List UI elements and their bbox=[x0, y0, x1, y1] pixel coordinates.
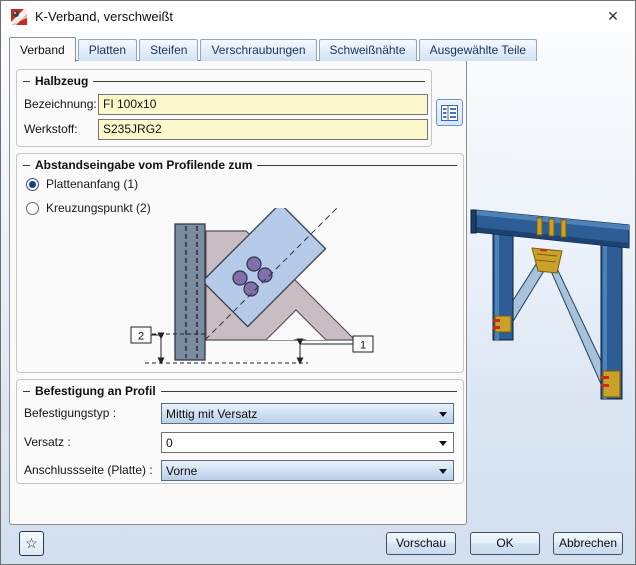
group-befestigung: Befestigung an Profil Befestigungstyp : … bbox=[16, 379, 464, 484]
radio-plattenanfang-label: Plattenanfang (1) bbox=[46, 177, 139, 191]
group-abstandseingabe-header: Abstandseingabe vom Profilende zum bbox=[23, 158, 457, 172]
tab-verband[interactable]: Verband bbox=[9, 37, 76, 62]
title-bar: K-Verband, verschweißt ✕ bbox=[1, 1, 635, 32]
group-halbzeug-title: Halbzeug bbox=[35, 74, 89, 88]
befestigungstyp-value: Mittig mit Versatz bbox=[166, 406, 258, 421]
bezeichnung-label: Bezeichnung: bbox=[24, 97, 97, 111]
left-base-plate bbox=[494, 315, 512, 333]
connection-detail-diagram: 2 1 bbox=[130, 208, 374, 365]
versatz-combobox[interactable]: 0 bbox=[161, 432, 454, 453]
tab-platten[interactable]: Platten bbox=[77, 39, 138, 61]
radio-plattenanfang[interactable]: Plattenanfang (1) bbox=[26, 176, 138, 192]
favorites-button[interactable]: ☆ bbox=[19, 531, 44, 556]
dialog-window: K-Verband, verschweißt ✕ Verband Platten… bbox=[0, 0, 636, 565]
profile-catalog-button[interactable] bbox=[436, 99, 463, 126]
group-abstandseingabe-title: Abstandseingabe vom Profilende zum bbox=[35, 158, 253, 172]
befestigungstyp-label: Befestigungstyp : bbox=[24, 406, 117, 420]
frame-3d-preview bbox=[470, 209, 630, 400]
bezeichnung-input[interactable]: FI 100x10 bbox=[98, 94, 428, 115]
tab-ausgewaehlte-teile[interactable]: Ausgewählte Teile bbox=[418, 39, 538, 61]
dropdown-arrow-icon bbox=[439, 412, 447, 417]
ok-button[interactable]: OK bbox=[470, 532, 540, 555]
vorschau-button[interactable]: Vorschau bbox=[386, 532, 456, 555]
tab-page-verband: Halbzeug Bezeichnung: FI 100x10 Werkstof… bbox=[9, 60, 467, 525]
column-shape bbox=[174, 223, 206, 361]
werkstoff-label: Werkstoff: bbox=[24, 122, 78, 136]
tab-strip: Verband Platten Steifen Verschraubungen … bbox=[9, 37, 539, 62]
bolt-icon bbox=[232, 270, 248, 286]
tab-schweissnaehte[interactable]: Schweißnähte bbox=[318, 39, 417, 61]
tab-steifen[interactable]: Steifen bbox=[139, 39, 199, 61]
stiffener-plate bbox=[548, 218, 555, 237]
bolt-icon bbox=[246, 256, 262, 272]
close-button[interactable]: ✕ bbox=[599, 4, 627, 28]
radio-plattenanfang-circle[interactable] bbox=[26, 177, 39, 191]
dimension-1-label: 1 bbox=[360, 340, 366, 352]
group-abstandseingabe: Abstandseingabe vom Profilende zum Platt… bbox=[16, 153, 464, 373]
werkstoff-input[interactable]: S235JRG2 bbox=[98, 119, 428, 140]
anschlussseite-value: Vorne bbox=[166, 463, 198, 478]
group-halbzeug: Halbzeug Bezeichnung: FI 100x10 Werkstof… bbox=[16, 69, 432, 147]
anschlussseite-dropdown[interactable]: Vorne bbox=[161, 460, 454, 481]
stiffener-plate bbox=[560, 219, 567, 238]
dimension-2-label: 2 bbox=[138, 331, 144, 343]
dropdown-arrow-icon bbox=[439, 441, 447, 446]
group-befestigung-header: Befestigung an Profil bbox=[23, 384, 457, 398]
group-befestigung-title: Befestigung an Profil bbox=[35, 384, 156, 398]
stiffener-plate bbox=[536, 217, 543, 236]
profile-catalog-icon bbox=[441, 104, 458, 121]
dropdown-arrow-icon bbox=[439, 469, 447, 474]
befestigungstyp-dropdown[interactable]: Mittig mit Versatz bbox=[161, 403, 454, 424]
tab-verschraubungen[interactable]: Verschraubungen bbox=[200, 39, 317, 61]
app-icon bbox=[11, 8, 27, 25]
versatz-value: 0 bbox=[166, 435, 173, 450]
window-title: K-Verband, verschweißt bbox=[35, 9, 174, 24]
radio-kreuzungspunkt-circle[interactable] bbox=[26, 201, 39, 215]
star-icon: ☆ bbox=[25, 535, 38, 551]
versatz-label: Versatz : bbox=[24, 435, 71, 449]
anschlussseite-label: Anschlussseite (Platte) : bbox=[24, 463, 153, 477]
group-halbzeug-header: Halbzeug bbox=[23, 74, 425, 88]
abbrechen-button[interactable]: Abbrechen bbox=[553, 532, 623, 555]
